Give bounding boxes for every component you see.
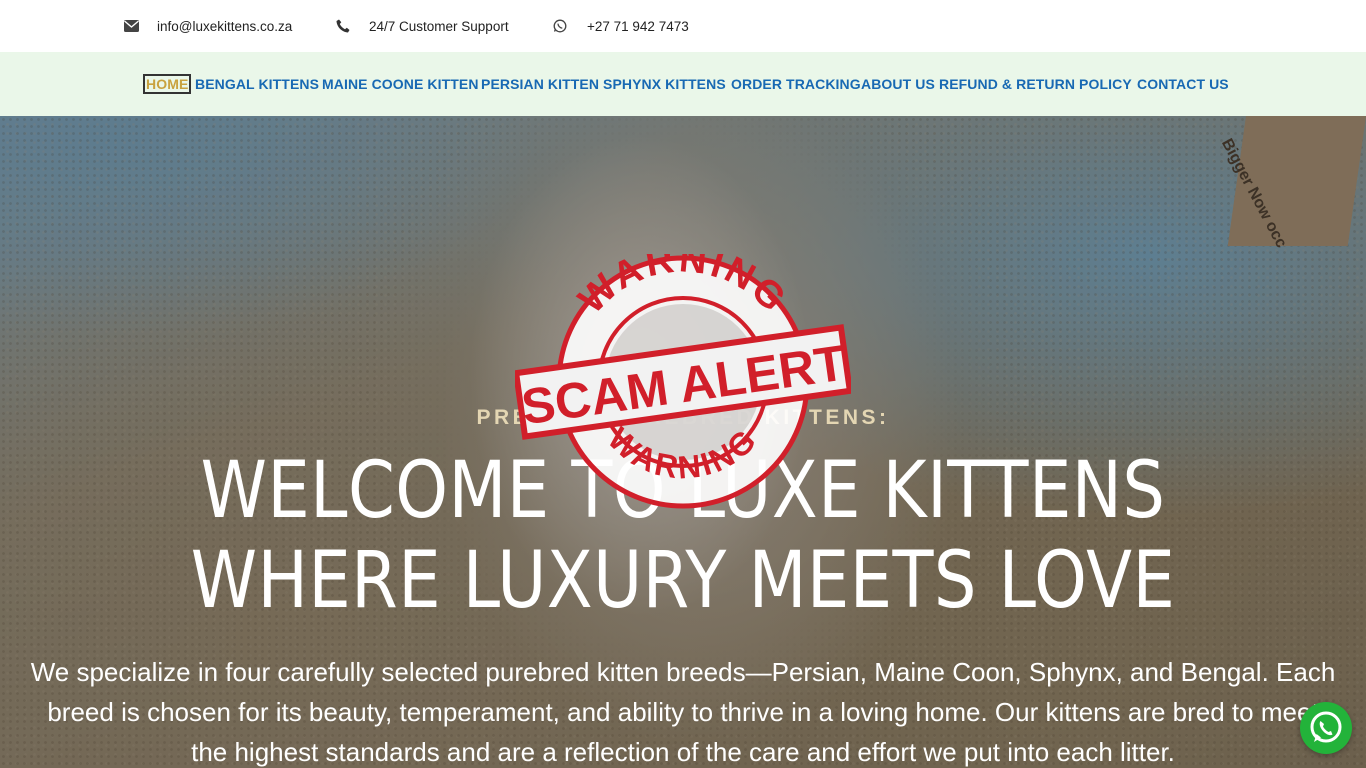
phone-icon: [335, 18, 351, 34]
contact-phone[interactable]: +27 71 942 7473: [552, 16, 689, 36]
envelope-icon: [123, 18, 139, 34]
nav-order-tracking[interactable]: ORDER TRACKING: [731, 74, 861, 94]
whatsapp-icon: [1310, 711, 1342, 743]
main-nav: HOME BENGAL KITTENS MAINE COONE KITTEN P…: [0, 52, 1366, 116]
top-contact-bar: info@luxekittens.co.za 24/7 Customer Sup…: [0, 0, 1366, 52]
contact-phone-text[interactable]: +27 71 942 7473: [587, 19, 689, 34]
whatsapp-chat-button[interactable]: [1300, 702, 1352, 754]
contact-support-text: 24/7 Customer Support: [369, 18, 509, 34]
hero-description: We specialize in four carefully selected…: [30, 657, 1336, 767]
nav-persian-kitten[interactable]: PERSIAN KITTEN: [481, 74, 599, 94]
nav-sphynx-kittens[interactable]: SPHYNX KITTENS: [603, 74, 726, 94]
contact-email-text[interactable]: info@luxekittens.co.za: [157, 19, 292, 34]
nav-contact-us[interactable]: CONTACT US: [1137, 74, 1229, 94]
nav-maine-coone-kitten[interactable]: MAINE COONE KITTEN: [322, 74, 479, 94]
scam-alert-stamp: WARNING WARNING SCAM ALERT: [515, 254, 851, 509]
contact-email[interactable]: info@luxekittens.co.za: [123, 16, 292, 36]
nav-about-us[interactable]: ABOUT US: [861, 74, 935, 94]
whatsapp-icon: [552, 18, 568, 34]
contact-support: 24/7 Customer Support: [335, 16, 509, 36]
nav-home[interactable]: HOME: [143, 74, 192, 94]
nav-bengal-kittens[interactable]: BENGAL KITTENS: [195, 74, 319, 94]
nav-refund-return-policy[interactable]: REFUND & RETURN POLICY: [939, 74, 1132, 94]
